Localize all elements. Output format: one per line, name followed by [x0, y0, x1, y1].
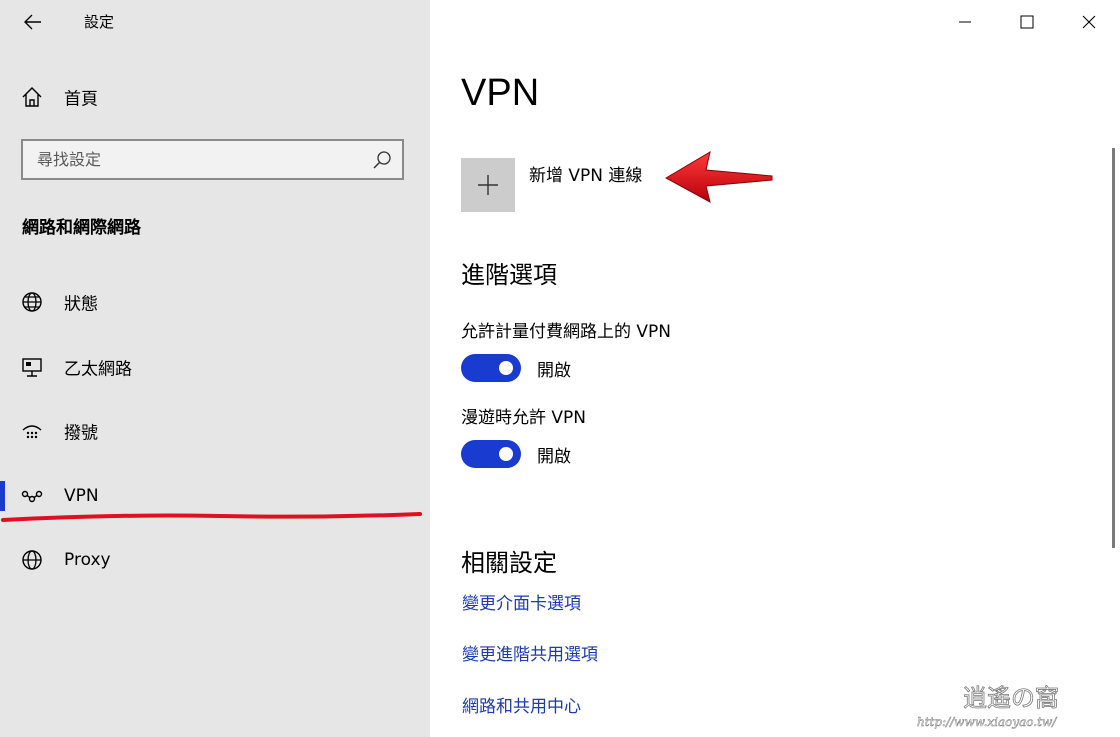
- toggle-knob: [499, 447, 513, 461]
- maximize-icon: [1020, 15, 1034, 29]
- globe-icon: [20, 548, 44, 572]
- network-sharing-center-link[interactable]: 網路和共用中心: [462, 692, 581, 717]
- change-adapter-options-link[interactable]: 變更介面卡選項: [462, 589, 581, 614]
- sidebar-item-label: VPN: [64, 486, 99, 506]
- search-input[interactable]: [37, 141, 367, 178]
- ethernet-icon: [20, 355, 44, 379]
- section-heading: 網路和網際網路: [22, 218, 141, 238]
- watermark-title: 逍遙の窩: [963, 684, 1059, 712]
- add-vpn-button[interactable]: [461, 158, 515, 212]
- roaming-vpn-state: 開啟: [537, 447, 571, 467]
- roaming-vpn-label: 漫遊時允許 VPN: [461, 408, 587, 428]
- advanced-options-heading: 進階選項: [461, 261, 557, 289]
- sidebar-item-home[interactable]: 首頁: [0, 74, 430, 120]
- scrollbar[interactable]: [1112, 148, 1115, 548]
- sidebar: 設定 首頁 網路和網際網路 狀態: [0, 0, 430, 737]
- minimize-icon: [959, 21, 971, 23]
- sidebar-item-label: 撥號: [64, 423, 98, 444]
- metered-vpn-state: 開啟: [537, 361, 571, 381]
- close-icon: [1082, 15, 1096, 29]
- app-title: 設定: [84, 13, 115, 31]
- vpn-icon: [20, 484, 44, 508]
- back-button[interactable]: [17, 8, 49, 36]
- close-button[interactable]: [1058, 0, 1120, 44]
- back-arrow-icon: [24, 14, 41, 30]
- minimize-button[interactable]: [934, 0, 996, 44]
- sidebar-item-ethernet[interactable]: 乙太網路: [0, 344, 430, 390]
- globe-status-icon: [20, 290, 44, 314]
- watermark: 逍遙の窩 http://www.xiaoyao.tw/: [917, 684, 1060, 730]
- sidebar-item-status[interactable]: 狀態: [0, 279, 430, 325]
- search-box: [21, 139, 404, 180]
- metered-vpn-toggle[interactable]: [461, 354, 521, 382]
- home-icon: [20, 85, 44, 109]
- metered-vpn-label: 允許計量付費網路上的 VPN: [461, 322, 672, 342]
- search-icon[interactable]: [372, 150, 392, 170]
- dialup-icon: [20, 419, 44, 443]
- sidebar-item-label: 首頁: [64, 89, 98, 110]
- plus-icon: [478, 175, 498, 195]
- sidebar-item-label: Proxy: [64, 550, 111, 570]
- toggle-knob: [499, 361, 513, 375]
- selection-indicator: [0, 481, 5, 511]
- roaming-vpn-toggle[interactable]: [461, 440, 521, 468]
- sidebar-item-label: 乙太網路: [64, 359, 132, 380]
- add-vpn-label[interactable]: 新增 VPN 連線: [529, 161, 642, 186]
- sidebar-item-proxy[interactable]: Proxy: [0, 537, 430, 583]
- maximize-button[interactable]: [996, 0, 1058, 44]
- annotation-arrow: [664, 150, 773, 203]
- annotation-underline: [1, 512, 422, 522]
- sidebar-item-label: 狀態: [64, 294, 98, 315]
- page-title: VPN: [461, 72, 540, 114]
- change-advanced-sharing-link[interactable]: 變更進階共用選項: [462, 640, 598, 665]
- watermark-url: http://www.xiaoyao.tw/: [917, 715, 1058, 729]
- related-settings-heading: 相關設定: [461, 549, 557, 577]
- sidebar-item-dialup[interactable]: 撥號: [0, 408, 430, 454]
